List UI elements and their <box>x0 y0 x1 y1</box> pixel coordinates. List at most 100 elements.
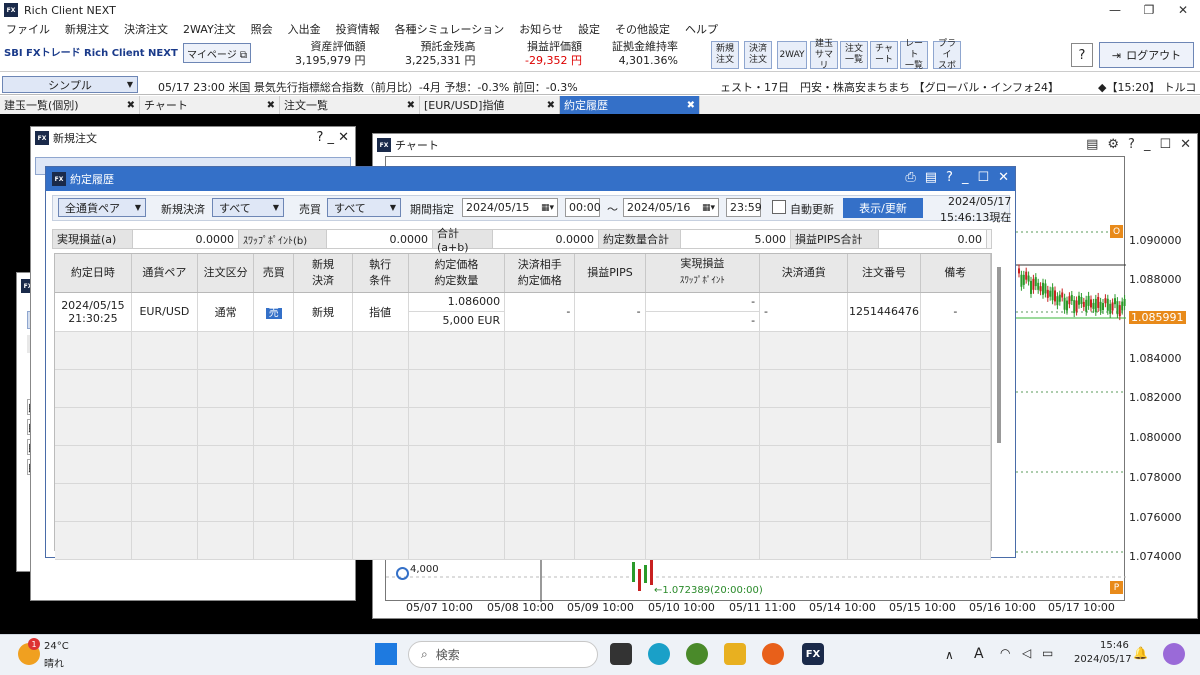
battery-icon[interactable]: ▭ <box>1042 646 1053 660</box>
column-header[interactable]: 決済通貨 <box>759 254 849 293</box>
clock-date[interactable]: 2024/05/17 <box>1074 654 1132 665</box>
column-header[interactable]: 実現損益 ｽﾜｯﾌﾟﾎﾟｲﾝﾄ <box>645 254 761 293</box>
menu-item[interactable]: 各種シミュレーション <box>395 21 505 37</box>
tab-order-list[interactable]: 注文一覧 ✖ <box>280 96 420 114</box>
to-date-input[interactable]: 2024/05/16 ▦▾ <box>623 198 719 217</box>
menu-item[interactable]: 投資情報 <box>336 21 380 37</box>
column-header[interactable]: 執行 条件 <box>352 254 409 293</box>
close-icon[interactable]: ✕ <box>1166 0 1200 20</box>
chrome-icon[interactable] <box>686 643 708 665</box>
window-controls[interactable]: ? _ ✕ <box>316 130 349 145</box>
tab-positions[interactable]: 建玉一覧(個別) ✖ <box>0 96 140 114</box>
maximize-icon[interactable]: ☐ <box>977 170 989 185</box>
2way-button[interactable]: 2WAY <box>777 41 807 69</box>
firefox-icon[interactable] <box>762 643 784 665</box>
close-icon[interactable]: ✖ <box>127 100 135 111</box>
menu-item[interactable]: 新規注文 <box>65 21 109 37</box>
close-icon[interactable]: ✖ <box>407 100 415 111</box>
copilot-icon[interactable] <box>1163 643 1185 665</box>
csv-icon[interactable]: ▤ <box>1086 137 1098 152</box>
show-refresh-button[interactable]: 表示/更新 <box>843 198 923 218</box>
column-header[interactable]: 備考 <box>920 254 992 293</box>
close-icon[interactable]: ✖ <box>687 100 695 111</box>
order-list-button[interactable]: 注文 一覧 <box>840 41 868 69</box>
maximize-icon[interactable]: ☐ <box>1159 137 1171 152</box>
help-icon[interactable]: ? <box>1128 137 1135 152</box>
print-icon[interactable]: ⎙ <box>905 170 915 185</box>
column-header[interactable]: 損益PIPS <box>574 254 646 293</box>
table-scrollbar[interactable] <box>997 267 1001 443</box>
close-icon[interactable]: ✕ <box>998 170 1009 185</box>
menu-item[interactable]: その他設定 <box>615 21 670 37</box>
menu-item[interactable]: 照会 <box>251 21 273 37</box>
chevron-up-icon[interactable]: ∧ <box>945 648 954 662</box>
close-icon[interactable]: ✕ <box>1180 137 1191 152</box>
calendar-icon[interactable]: ▦▾ <box>541 203 554 213</box>
news-item[interactable]: ェスト・17日 円安・株高安まちまち 【グローバル・インフォ24】 <box>720 79 1059 95</box>
logout-button[interactable]: ⇥ ログアウト <box>1099 42 1194 68</box>
close-icon[interactable]: ✖ <box>547 100 555 111</box>
menu-item[interactable]: お知らせ <box>519 21 563 37</box>
currency-pair-select[interactable]: 全通貨ペア ▼ <box>58 198 146 217</box>
column-header[interactable]: 約定日時 <box>55 254 132 293</box>
chart-button[interactable]: チャ ート <box>870 41 898 69</box>
news-item[interactable]: 05/17 23:00 米国 景気先行指標総合指数（前月比）-4月 予想：-0.… <box>158 79 578 95</box>
table-row[interactable]: 2024/05/15 21:30:25 EUR/USD 通常 売 新規 指値 1.… <box>55 292 992 332</box>
position-summary-button[interactable]: 建玉 サマリ <box>810 39 838 71</box>
edge-icon[interactable] <box>648 643 670 665</box>
help-button[interactable]: ? <box>1071 43 1093 67</box>
weather-text[interactable]: 晴れ <box>44 655 64 670</box>
close-icon[interactable]: ✖ <box>267 100 275 111</box>
speaker-icon[interactable]: ◁ <box>1022 646 1031 660</box>
marker-o[interactable]: O <box>1110 225 1123 238</box>
gear-icon[interactable]: ⚙ <box>1107 137 1119 152</box>
menu-item[interactable]: ヘルプ <box>685 21 718 37</box>
column-header[interactable]: 注文番号 <box>847 254 921 293</box>
column-header[interactable]: 決済相手 約定価格 <box>504 254 576 293</box>
clock-time[interactable]: 15:46 <box>1100 640 1129 651</box>
minimize-icon[interactable]: _ <box>962 170 969 185</box>
help-icon[interactable]: ? <box>946 170 953 185</box>
menu-item[interactable]: 2WAY注文 <box>183 21 236 37</box>
start-icon[interactable] <box>375 643 397 665</box>
menu-item[interactable]: 決済注文 <box>124 21 168 37</box>
marker-p[interactable]: P <box>1110 581 1123 594</box>
maximize-icon[interactable]: ❐ <box>1132 0 1166 20</box>
column-header[interactable]: 売買 <box>253 254 295 293</box>
taskbar-search[interactable]: ⌕ 検索 <box>408 641 598 668</box>
display-mode-select[interactable]: シンプル ▼ <box>2 76 138 93</box>
to-time-input[interactable]: 23:59 <box>726 198 762 217</box>
menu-item[interactable]: 設定 <box>578 21 600 37</box>
ime-indicator[interactable]: A <box>974 646 984 662</box>
wifi-icon[interactable]: ◠ <box>1000 646 1010 660</box>
from-time-input[interactable]: 00:00 <box>565 198 601 217</box>
csv-icon[interactable]: ▤ <box>925 170 937 185</box>
from-date-input[interactable]: 2024/05/15 ▦▾ <box>462 198 558 217</box>
close-order-button[interactable]: 決済 注文 <box>744 41 772 69</box>
minimize-icon[interactable]: — <box>1098 0 1132 20</box>
new-close-select[interactable]: すべて ▼ <box>212 198 284 217</box>
weather-temp[interactable]: 24°C <box>44 641 69 652</box>
calendar-icon[interactable]: ▦▾ <box>702 203 715 213</box>
column-header[interactable]: 注文区分 <box>197 254 255 293</box>
fx-icon[interactable]: FX <box>802 643 824 665</box>
side-select[interactable]: すべて ▼ <box>327 198 401 217</box>
tab-limit-order[interactable]: [EUR/USD]指値 ✖ <box>420 96 560 114</box>
menu-item[interactable]: ファイル <box>6 21 50 37</box>
new-order-button[interactable]: 新規 注文 <box>711 41 739 69</box>
news-item[interactable]: ◆【15:20】 トルコ <box>1098 79 1196 95</box>
column-header[interactable]: 新規 決済 <box>293 254 353 293</box>
taskview-icon[interactable] <box>610 643 632 665</box>
tab-execution-history[interactable]: 約定履歴 ✖ <box>560 96 700 114</box>
volume-toggle-icon[interactable] <box>396 567 409 580</box>
auto-update-checkbox[interactable] <box>772 200 786 214</box>
mypage-button[interactable]: マイページ ⧉ <box>183 43 251 63</box>
tab-chart[interactable]: チャート ✖ <box>140 96 280 114</box>
minimize-icon[interactable]: _ <box>1144 137 1151 152</box>
column-header[interactable]: 通貨ペア <box>131 254 199 293</box>
menu-item[interactable]: 入出金 <box>288 21 321 37</box>
folder-icon[interactable] <box>724 643 746 665</box>
bell-icon[interactable]: 🔔 <box>1133 646 1148 660</box>
column-header[interactable]: 約定価格 約定数量 <box>408 254 506 293</box>
price-board-button[interactable]: プライ スボ <box>933 39 961 71</box>
